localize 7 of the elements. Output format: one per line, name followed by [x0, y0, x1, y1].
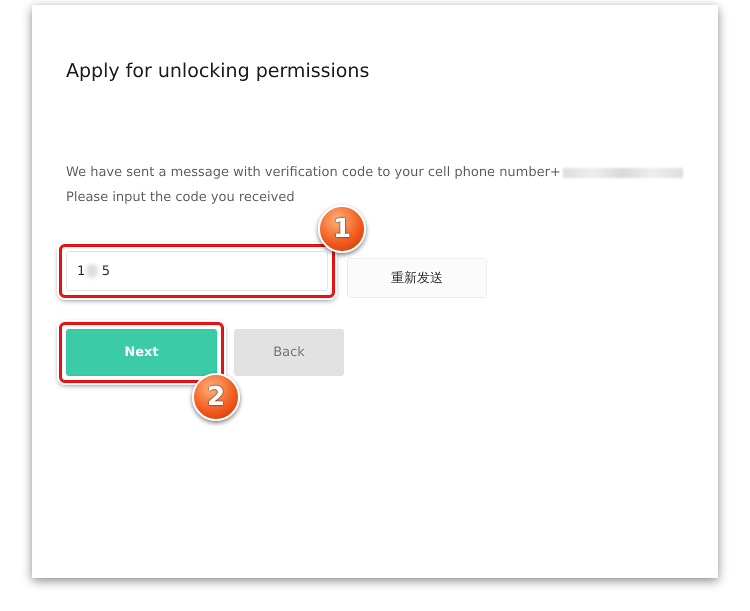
code-field[interactable]: 1 5: [66, 251, 328, 291]
callout-number: 2: [192, 373, 240, 421]
page-title: Apply for unlocking permissions: [66, 60, 370, 82]
message-text: Please input the code you received: [66, 189, 295, 207]
resend-button[interactable]: 重新发送: [347, 258, 487, 298]
message-text: We have sent a message with verification code to your cell phone number+: [66, 164, 561, 182]
callout-number: 1: [318, 205, 366, 253]
